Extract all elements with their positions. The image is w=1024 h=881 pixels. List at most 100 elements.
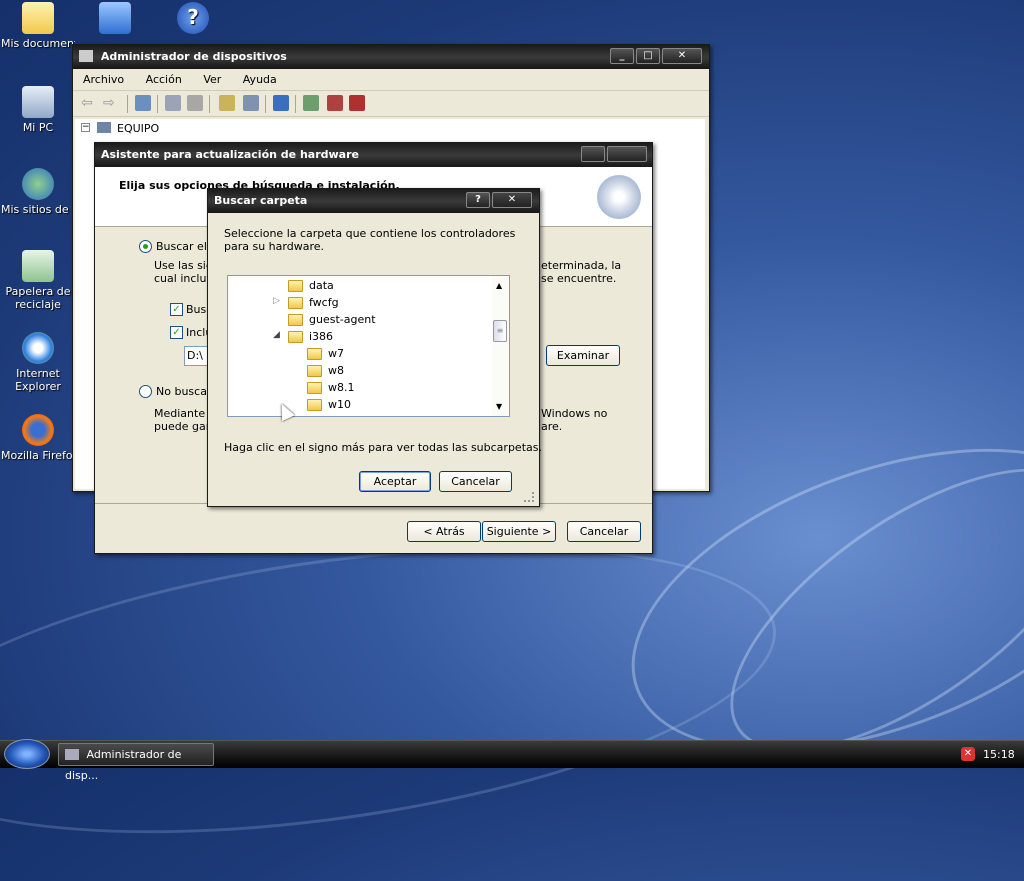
folder-item[interactable]: w10 — [328, 398, 351, 411]
wizard-cancel-button[interactable]: Cancelar — [567, 521, 641, 542]
back-arrow-icon[interactable]: ⇦ — [81, 95, 97, 111]
tree-item-equipo[interactable]: EQUIPO — [117, 122, 159, 135]
check-include-location[interactable]: ✓ — [170, 326, 183, 339]
folder-item[interactable]: w8 — [328, 364, 344, 377]
print-icon[interactable] — [187, 95, 203, 111]
device-manager-titlebar[interactable]: Administrador de dispositivos _ □ ✕ — [73, 45, 709, 69]
security-alert-icon[interactable]: ✕ — [961, 747, 975, 761]
folder-item[interactable]: data — [309, 279, 334, 292]
desktop-icon-internet-explorer[interactable]: Internet Explorer — [1, 332, 75, 393]
radio-search[interactable] — [139, 240, 152, 253]
wizard-help-button[interactable] — [581, 146, 605, 162]
taskbar-button-device-manager[interactable]: Administrador de disp... — [58, 743, 214, 782]
folder-icon — [307, 365, 322, 377]
search-desc-line1: Use las sig — [154, 259, 213, 272]
wizard-title: Asistente para actualización de hardware — [101, 148, 359, 161]
toolbar-separator — [209, 95, 210, 113]
update-driver-icon[interactable] — [303, 95, 319, 111]
folder-icon — [288, 297, 303, 309]
vertical-scrollbar[interactable]: ▲ ≡ ▼ — [492, 276, 509, 416]
disable-icon[interactable] — [349, 95, 365, 111]
computer-icon — [97, 122, 111, 133]
folder-item[interactable]: w7 — [328, 347, 344, 360]
wallpaper-swoosh — [0, 498, 794, 881]
scan-hardware-icon[interactable] — [273, 95, 289, 111]
wizard-close-button[interactable] — [607, 146, 647, 162]
back-button[interactable]: < Atrás — [407, 521, 481, 542]
scrollbar-thumb[interactable]: ≡ — [493, 320, 507, 342]
search-desc-line2-end: se encuentre. — [541, 272, 617, 285]
start-button[interactable] — [4, 739, 50, 769]
folder-icon — [307, 382, 322, 394]
console-tree-icon[interactable] — [135, 95, 151, 111]
folder-item[interactable]: w8.1 — [328, 381, 355, 394]
help-icon: ? — [177, 2, 209, 34]
menu-bar: Archivo Acción Ver Ayuda — [73, 69, 709, 91]
toolbar-separator — [157, 95, 158, 113]
collapse-icon[interactable]: ◢ — [273, 330, 280, 340]
maximize-button[interactable]: □ — [636, 48, 660, 64]
browse-dialog-titlebar[interactable]: Buscar carpeta ? ✕ — [208, 189, 539, 213]
menu-ayuda[interactable]: Ayuda — [239, 73, 281, 86]
uninstall-icon[interactable] — [327, 95, 343, 111]
desktop-icon-help[interactable]: ? — [158, 2, 228, 37]
resize-grip-icon[interactable] — [524, 492, 534, 502]
folder-icon — [288, 314, 303, 326]
recycle-bin-icon — [22, 250, 54, 282]
search-desc-line1-end: eterminada, la — [541, 259, 622, 272]
desktop-icon-firefox[interactable]: Mozilla Firefox — [1, 414, 75, 462]
folder-item[interactable]: guest-agent — [309, 313, 376, 326]
next-button[interactable]: Siguiente > — [482, 521, 556, 542]
properties-icon[interactable] — [165, 95, 181, 111]
nosearch-desc-line2-end: are. — [541, 420, 563, 433]
menu-ver[interactable]: Ver — [199, 73, 225, 86]
browse-folder-dialog: Buscar carpeta ? ✕ Seleccione la carpeta… — [207, 188, 542, 507]
nosearch-desc-line1-end: Windows no — [541, 407, 608, 420]
desktop-icon-my-documents[interactable]: Mis documentos — [1, 2, 75, 50]
show-hide-icon[interactable] — [243, 95, 259, 111]
help-icon[interactable] — [219, 95, 235, 111]
desktop-icon-label: Mis documentos — [1, 37, 75, 50]
wizard-titlebar[interactable]: Asistente para actualización de hardware — [95, 143, 652, 167]
desktop-icon-network-places[interactable]: Mis sitios de red — [1, 168, 75, 216]
expand-icon[interactable]: ▷ — [273, 296, 280, 306]
desktop-icon-label: Mi PC — [22, 121, 54, 134]
ok-button[interactable]: Aceptar — [359, 471, 431, 492]
dialog-close-button[interactable]: ✕ — [492, 192, 532, 208]
folder-item[interactable]: i386 — [309, 330, 333, 343]
browse-button[interactable]: Examinar — [546, 345, 620, 366]
radio-no-search[interactable] — [139, 385, 152, 398]
toolbar-separator — [295, 95, 296, 113]
folder-icon — [307, 399, 322, 411]
folder-item[interactable]: fwcfg — [309, 296, 339, 309]
close-button[interactable]: ✕ — [662, 48, 702, 64]
taskbar: Administrador de disp... ✕ 15:18 — [0, 739, 1024, 782]
check-removable-media[interactable]: ✓ — [170, 303, 183, 316]
path-input-value: D:\ — [187, 349, 203, 362]
network-icon — [99, 2, 131, 34]
scroll-down-arrow-icon[interactable]: ▼ — [496, 402, 502, 411]
window-title: Administrador de dispositivos — [100, 50, 287, 63]
folder-icon — [22, 2, 54, 34]
desktop-icon-partial[interactable] — [80, 2, 150, 37]
menu-archivo[interactable]: Archivo — [79, 73, 128, 86]
desktop-icon-my-pc[interactable]: Mi PC — [1, 86, 75, 134]
dialog-cancel-button[interactable]: Cancelar — [439, 471, 512, 492]
folder-icon — [288, 280, 303, 292]
desktop-icon-recycle-bin[interactable]: Papelera de reciclaje — [1, 250, 75, 311]
collapse-icon[interactable]: − — [81, 123, 90, 132]
menu-accion[interactable]: Acción — [142, 73, 186, 86]
scroll-up-arrow-icon[interactable]: ▲ — [496, 281, 502, 290]
toolbar-separator — [265, 95, 266, 113]
folder-tree: data ▷ fwcfg guest-agent ◢ i386 w7 w8 w8… — [227, 275, 510, 417]
forward-arrow-icon[interactable]: ⇨ — [103, 95, 119, 111]
minimize-button[interactable]: _ — [610, 48, 634, 64]
browse-dialog-title: Buscar carpeta — [214, 194, 308, 207]
dialog-help-button[interactable]: ? — [466, 192, 490, 208]
browse-hint: Haga clic en el signo más para ver todas… — [224, 441, 542, 454]
computer-icon — [65, 749, 79, 760]
internet-explorer-icon — [22, 332, 54, 364]
folder-icon — [307, 348, 322, 360]
toolbar-separator — [127, 95, 128, 113]
network-places-icon — [22, 168, 54, 200]
